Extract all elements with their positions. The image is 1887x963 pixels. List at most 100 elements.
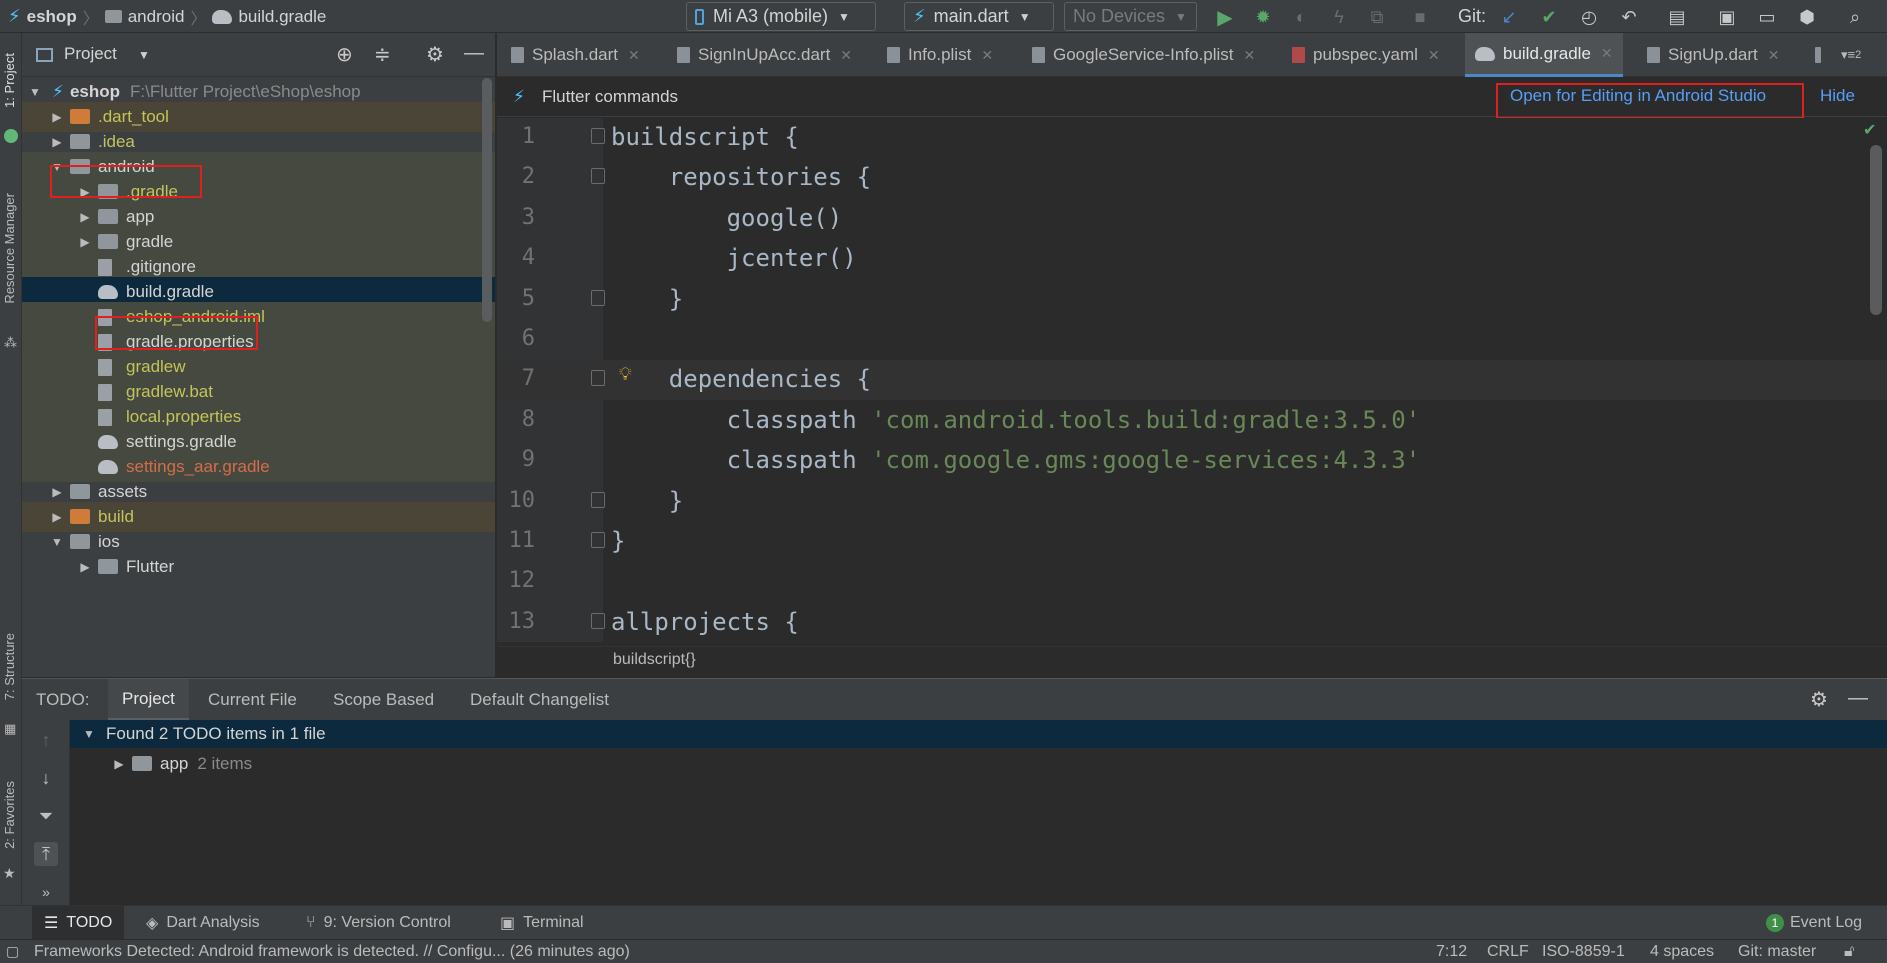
todo-tab-scope-based[interactable]: Scope Based: [333, 679, 434, 721]
close-icon[interactable]: ✕: [1768, 47, 1780, 64]
git-commit-icon[interactable]: ✔: [1537, 5, 1561, 29]
breadcrumb-android[interactable]: android: [128, 7, 185, 27]
code-line[interactable]: 4 jcenter(): [497, 239, 1887, 279]
collapsed-arrow-icon[interactable]: ▶: [78, 210, 92, 224]
arrow-up-icon[interactable]: ↑: [34, 728, 58, 752]
expanded-arrow-icon[interactable]: ▼: [28, 85, 42, 99]
run-icon[interactable]: ▶: [1213, 5, 1237, 29]
close-icon[interactable]: ✕: [628, 47, 640, 64]
stop-icon[interactable]: ■: [1408, 5, 1432, 29]
collapsed-arrow-icon[interactable]: ▶: [78, 560, 92, 574]
more-icon[interactable]: »: [34, 880, 58, 904]
tab-pubspec-yaml[interactable]: pubspec.yaml ✕: [1292, 33, 1440, 77]
collapsed-arrow-icon[interactable]: ▶: [112, 757, 126, 771]
group-by-icon[interactable]: ⤒: [34, 842, 58, 866]
status-toggle-icon[interactable]: ▢: [6, 943, 19, 960]
devices-selector[interactable]: No Devices ▼: [1064, 2, 1197, 31]
attach-debugger-icon[interactable]: ⧉: [1365, 5, 1389, 29]
expanded-arrow-icon[interactable]: ▼: [50, 160, 64, 174]
bottom-tab-version-control[interactable]: ⑂ 9: Version Control: [306, 906, 451, 940]
fold-marker-icon[interactable]: [591, 491, 605, 508]
bottom-tab-event-log[interactable]: 1 Event Log: [1766, 906, 1862, 940]
run-config-selector[interactable]: ⚡ main.dart ▼: [904, 2, 1054, 31]
editor-scrollbar[interactable]: [1870, 145, 1882, 315]
caret-position[interactable]: 7:12: [1436, 943, 1467, 961]
code-line[interactable]: 3 google(): [497, 199, 1887, 239]
todo-summary-row[interactable]: ▼ Found 2 TODO items in 1 file: [70, 720, 1887, 748]
bottom-tab-todo[interactable]: ☰ TODO: [32, 906, 125, 940]
minimize-icon[interactable]: —: [464, 42, 484, 65]
minimize-icon[interactable]: —: [1848, 687, 1868, 710]
avd-manager-icon[interactable]: ▣: [1715, 5, 1739, 29]
fold-marker-icon[interactable]: [591, 370, 605, 387]
file-encoding[interactable]: ISO-8859-1: [1542, 943, 1625, 961]
project-view-selector[interactable]: Project: [64, 44, 117, 64]
collapsed-arrow-icon[interactable]: ▶: [50, 135, 64, 149]
collapsed-arrow-icon[interactable]: ▶: [50, 510, 64, 524]
collapsed-arrow-icon[interactable]: ▶: [50, 485, 64, 499]
todo-tab-project[interactable]: Project: [108, 679, 189, 721]
tree-row-flutter[interactable]: ▶ Flutter: [22, 552, 495, 582]
git-branch[interactable]: Git: master: [1738, 943, 1816, 961]
code-line[interactable]: 10 }: [497, 482, 1887, 522]
code-line[interactable]: 8 classpath 'com.android.tools.build:gra…: [497, 401, 1887, 441]
todo-tab-current-file[interactable]: Current File: [208, 679, 297, 721]
tab-build-gradle[interactable]: build.gradle ✕: [1465, 33, 1623, 77]
project-tree-scrollbar[interactable]: [482, 78, 492, 322]
fold-marker-icon[interactable]: [591, 128, 605, 144]
lock-icon[interactable]: 🔓︎: [1844, 943, 1854, 961]
revert-icon[interactable]: ↶: [1617, 5, 1641, 29]
todo-node-app[interactable]: ▶ app 2 items: [70, 750, 252, 778]
code-line[interactable]: 7 💡︎ dependencies {: [497, 360, 1887, 401]
filter-icon[interactable]: ⏷: [34, 804, 58, 828]
gear-icon[interactable]: ⚙: [426, 42, 444, 67]
code-line[interactable]: 6: [497, 320, 1887, 360]
hide-link[interactable]: Hide: [1820, 86, 1855, 106]
close-icon[interactable]: ✕: [1601, 45, 1613, 62]
code-editor[interactable]: ✔ 1 buildscript {2 repositories {3 google…: [497, 118, 1887, 642]
fold-marker-icon[interactable]: [591, 168, 605, 185]
profile-icon[interactable]: ◐: [1289, 5, 1313, 29]
tab-info-plist[interactable]: Info.plist ✕: [887, 33, 993, 77]
favorites-tool-tab[interactable]: 2: Favorites: [2, 781, 17, 849]
fold-marker-icon[interactable]: [591, 612, 605, 629]
status-message[interactable]: Frameworks Detected: Android framework i…: [34, 943, 630, 961]
collapsed-arrow-icon[interactable]: ▶: [78, 185, 92, 199]
breadcrumb-file[interactable]: build.gradle: [238, 7, 326, 27]
code-line[interactable]: 13 allprojects {: [497, 603, 1887, 642]
close-icon[interactable]: ✕: [1428, 47, 1440, 64]
resource-manager-tool-tab[interactable]: Resource Manager: [2, 193, 17, 304]
fold-marker-icon[interactable]: [591, 532, 605, 548]
arrow-down-icon[interactable]: ↓: [34, 766, 58, 790]
todo-tab-default-changelist[interactable]: Default Changelist: [470, 679, 609, 721]
close-icon[interactable]: ✕: [1243, 47, 1255, 64]
code-line[interactable]: 1 buildscript {: [497, 118, 1887, 158]
expanded-arrow-icon[interactable]: ▼: [82, 727, 96, 741]
code-line[interactable]: 2 repositories {: [497, 158, 1887, 198]
bottom-tab-dart-analysis[interactable]: ◈ Dart Analysis: [146, 906, 260, 940]
code-line[interactable]: 5 }: [497, 280, 1887, 320]
structure-tool-tab[interactable]: 7: Structure: [2, 633, 17, 700]
tab-overflow[interactable]: ▾≡ 2: [1815, 33, 1861, 77]
collapsed-arrow-icon[interactable]: ▶: [50, 110, 64, 124]
git-update-icon[interactable]: ↙: [1497, 5, 1521, 29]
tab-signup-dart[interactable]: SignUp.dart ✕: [1647, 33, 1780, 77]
open-in-android-studio-link[interactable]: Open for Editing in Android Studio: [1510, 86, 1766, 106]
tab-splash-dart[interactable]: Splash.dart ✕: [511, 33, 640, 77]
line-separator[interactable]: CRLF: [1487, 943, 1529, 961]
collapsed-arrow-icon[interactable]: ▶: [78, 235, 92, 249]
project-structure-icon[interactable]: ▤: [1665, 5, 1689, 29]
expanded-arrow-icon[interactable]: ▼: [50, 535, 64, 549]
code-line[interactable]: 9 classpath 'com.google.gms:google-servi…: [497, 441, 1887, 481]
editor-breadcrumb[interactable]: buildscript{}: [613, 651, 696, 669]
device-selector[interactable]: Mi A3 (mobile) ▼: [686, 2, 876, 31]
close-icon[interactable]: ✕: [981, 47, 993, 64]
project-tool-tab[interactable]: 1: Project: [2, 53, 17, 108]
collapse-all-icon[interactable]: ≑: [374, 42, 391, 67]
tab-signinupacc-dart[interactable]: SignInUpAcc.dart ✕: [677, 33, 852, 77]
gear-icon[interactable]: ⚙: [1810, 687, 1828, 712]
chevron-down-icon[interactable]: ▼: [138, 48, 150, 62]
fold-marker-icon[interactable]: [591, 289, 605, 306]
breadcrumb-project[interactable]: eshop: [27, 7, 77, 27]
history-icon[interactable]: ◴: [1577, 5, 1601, 29]
